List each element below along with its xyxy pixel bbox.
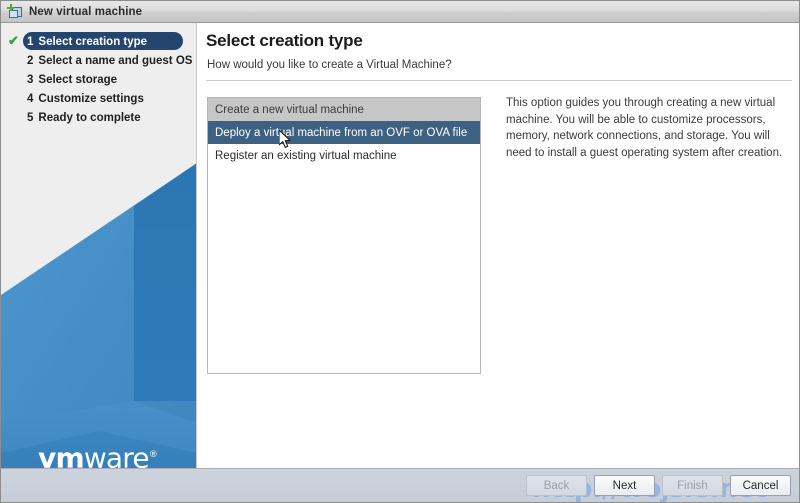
list-item-label: Create a new virtual machine <box>215 103 364 116</box>
sidebar-step-4-number: 4 <box>27 92 34 105</box>
sidebar-step-3[interactable]: 3 Select storage <box>1 70 196 89</box>
cancel-button-label: Cancel <box>742 479 779 492</box>
vmware-logo: vmware® <box>38 441 158 468</box>
page-title: Select creation type <box>206 31 363 50</box>
header-divider <box>206 80 792 81</box>
window-titlebar: New virtual machine <box>1 1 799 23</box>
sidebar-step-2-number: 2 <box>27 54 34 67</box>
wizard-step-list: ✔ 1 Select creation type 2 Select a name… <box>1 23 196 127</box>
sidebar-step-5-number: 5 <box>27 111 34 124</box>
page-subtitle: How would you like to create a Virtual M… <box>207 59 452 71</box>
sidebar-step-5[interactable]: 5 Ready to complete <box>1 108 196 127</box>
vmware-logo-ware: ware <box>83 441 150 468</box>
vmware-logo-vm: vm <box>38 441 85 468</box>
new-virtual-machine-icon <box>7 4 23 20</box>
check-icon: ✔ <box>8 33 19 48</box>
vmware-logo-tm: ® <box>148 450 158 460</box>
list-item-deploy-from-ovf-ova[interactable]: Deploy a virtual machine from an OVF or … <box>208 121 480 144</box>
list-item-label: Register an existing virtual machine <box>215 149 397 162</box>
cancel-button[interactable]: Cancel <box>730 475 791 496</box>
back-button-label: Back <box>543 479 570 492</box>
sidebar-step-4-label: Customize settings <box>38 92 144 105</box>
sidebar-step-2-label: Select a name and guest OS <box>38 54 193 67</box>
list-item-create-new-virtual-machine[interactable]: Create a new virtual machine <box>208 98 480 121</box>
list-item-label: Deploy a virtual machine from an OVF or … <box>215 126 468 139</box>
sidebar-step-2[interactable]: 2 Select a name and guest OS <box>1 51 196 70</box>
wizard-sidebar: ✔ 1 Select creation type 2 Select a name… <box>1 23 197 468</box>
next-button[interactable]: Next <box>594 475 655 496</box>
finish-button[interactable]: Finish <box>662 475 723 496</box>
sidebar-step-3-number: 3 <box>27 73 34 86</box>
option-description: This option guides you through creating … <box>506 97 783 159</box>
creation-type-listbox[interactable]: Create a new virtual machine Deploy a vi… <box>207 97 481 374</box>
sidebar-step-1[interactable]: ✔ 1 Select creation type <box>1 32 196 51</box>
back-button[interactable]: Back <box>526 475 587 496</box>
next-button-label: Next <box>612 479 637 492</box>
wizard-content: Select creation type How would you like … <box>198 23 799 468</box>
window-title: New virtual machine <box>29 5 143 18</box>
wizard-button-bar: Back Next Finish Cancel <box>526 475 791 496</box>
sidebar-step-4[interactable]: 4 Customize settings <box>1 89 196 108</box>
sidebar-step-3-label: Select storage <box>38 73 118 86</box>
sidebar-step-1-number: 1 <box>27 35 34 48</box>
sidebar-step-1-label: Select creation type <box>38 35 148 48</box>
new-virtual-machine-wizard: New virtual machine ✔ 1 Select creation … <box>0 0 800 503</box>
list-item-register-existing-virtual-machine[interactable]: Register an existing virtual machine <box>208 144 480 167</box>
sidebar-step-5-label: Ready to complete <box>38 111 141 124</box>
finish-button-label: Finish <box>677 479 708 492</box>
